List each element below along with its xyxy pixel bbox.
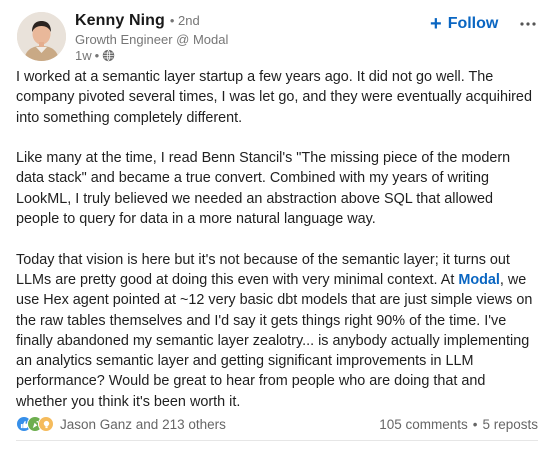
post-body: I worked at a semantic layer startup a f… xyxy=(16,67,540,432)
author-headline: Growth Engineer @ Modal xyxy=(75,32,229,47)
reaction-icons xyxy=(16,416,54,432)
reposts-count-link[interactable]: 5 reposts xyxy=(482,417,538,432)
connection-degree: • 2nd xyxy=(169,13,200,28)
more-options-button[interactable] xyxy=(517,13,539,35)
avatar-photo xyxy=(17,12,66,61)
social-counts: Jason Ganz and 213 others 105 comments •… xyxy=(16,414,538,434)
divider xyxy=(16,440,538,441)
follow-button[interactable]: + Follow xyxy=(430,12,498,36)
reactions-summary[interactable]: Jason Ganz and 213 others xyxy=(16,416,226,432)
author-block: Kenny Ning • 2nd Growth Engineer @ Modal… xyxy=(75,12,228,63)
plus-icon: + xyxy=(430,13,442,35)
post-meta: 1w • xyxy=(75,48,228,63)
post-text: Today that vision is here but it's not b… xyxy=(16,251,510,288)
avatar[interactable] xyxy=(17,12,66,61)
post-text: , we use Hex agent pointed at ~12 very b… xyxy=(16,271,533,410)
meta-dot: • xyxy=(94,48,100,63)
follow-label: Follow xyxy=(447,15,499,32)
reactors-text: Jason Ganz and 213 others xyxy=(60,416,226,432)
company-mention-link[interactable]: Modal xyxy=(458,272,500,288)
comments-count-link[interactable]: 105 comments xyxy=(379,417,468,432)
post-paragraph: Today that vision is here but it's not b… xyxy=(16,250,540,412)
post-paragraph: I worked at a semantic layer startup a f… xyxy=(16,69,532,126)
post-time: 1w xyxy=(75,48,92,63)
engagement-stats: 105 comments • 5 reposts xyxy=(379,417,538,432)
post-header: Kenny Ning • 2nd Growth Engineer @ Modal… xyxy=(17,12,539,64)
post-paragraph: Like many at the time, I read Benn Stanc… xyxy=(16,150,511,228)
stats-separator: • xyxy=(472,416,478,432)
more-horizontal-icon xyxy=(520,22,536,26)
globe-icon xyxy=(102,49,115,62)
insightful-icon xyxy=(38,416,54,432)
author-name[interactable]: Kenny Ning xyxy=(75,12,165,30)
